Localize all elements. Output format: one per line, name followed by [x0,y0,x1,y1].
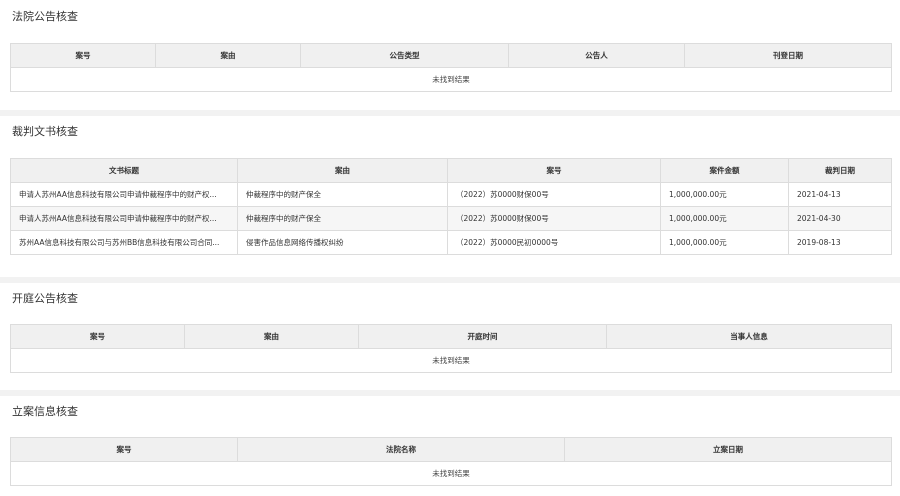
amount-cell: 1,000,000.00元 [660,230,789,255]
table-row[interactable]: 申请人苏州AA信息科技有限公司申请仲裁程序中的财产权... 仲裁程序中的财产保全… [10,206,892,231]
table-header-row: 案号 案由 公告类型 公告人 刊登日期 [10,43,892,68]
table-header-row: 案号 法院名称 立案日期 [10,437,892,462]
col-header: 案号 [10,437,238,462]
col-header: 裁判日期 [788,158,892,183]
empty-result-text: 未找到结果 [10,348,892,373]
filing-title: 立案信息核查 [12,405,78,418]
hearing-table: 案号 案由 开庭时间 当事人信息 未找到结果 [10,324,892,373]
judgment-title: 裁判文书核查 [12,125,78,138]
table-header-row: 案号 案由 开庭时间 当事人信息 [10,324,892,349]
table-row[interactable]: 申请人苏州AA信息科技有限公司申请仲裁程序中的财产权... 仲裁程序中的财产保全… [10,182,892,207]
col-header: 案件金额 [660,158,789,183]
col-header: 案由 [237,158,448,183]
court-notice-section: 法院公告核查 案号 案由 公告类型 公告人 刊登日期 未找到结果 [0,0,900,110]
filing-section: 立案信息核查 案号 法院名称 立案日期 未找到结果 [0,396,900,496]
col-header: 案由 [184,324,359,349]
cause-cell: 仲裁程序中的财产保全 [237,206,448,231]
judgment-section: 裁判文书核查 文书标题 案由 案号 案件金额 裁判日期 申请人苏州AA信息科技有… [0,116,900,277]
amount-cell: 1,000,000.00元 [660,206,789,231]
court-notice-table: 案号 案由 公告类型 公告人 刊登日期 未找到结果 [10,43,892,92]
date-cell: 2019-08-13 [788,230,892,255]
empty-row: 未找到结果 [10,461,892,486]
doc-title-cell[interactable]: 申请人苏州AA信息科技有限公司申请仲裁程序中的财产权... [10,182,238,207]
case-number-cell: （2022）苏0000民初0000号 [447,230,661,255]
col-header: 公告人 [508,43,685,68]
col-header: 案号 [447,158,661,183]
cause-cell: 侵害作品信息网络传播权纠纷 [237,230,448,255]
col-header: 当事人信息 [606,324,892,349]
col-header: 案由 [155,43,301,68]
doc-title-cell[interactable]: 苏州AA信息科技有限公司与苏州BB信息科技有限公司合同... [10,230,238,255]
case-number-cell: （2022）苏0000财保00号 [447,206,661,231]
filing-table: 案号 法院名称 立案日期 未找到结果 [10,437,892,486]
col-header: 刊登日期 [684,43,892,68]
col-header: 法院名称 [237,437,565,462]
case-number-cell: （2022）苏0000财保00号 [447,182,661,207]
table-row[interactable]: 苏州AA信息科技有限公司与苏州BB信息科技有限公司合同... 侵害作品信息网络传… [10,230,892,255]
table-header-row: 文书标题 案由 案号 案件金额 裁判日期 [10,158,892,183]
empty-row: 未找到结果 [10,67,892,92]
col-header: 立案日期 [564,437,892,462]
empty-row: 未找到结果 [10,348,892,373]
hearing-section: 开庭公告核查 案号 案由 开庭时间 当事人信息 未找到结果 [0,283,900,390]
empty-result-text: 未找到结果 [10,67,892,92]
date-cell: 2021-04-13 [788,182,892,207]
hearing-title: 开庭公告核查 [12,292,78,305]
col-header: 开庭时间 [358,324,607,349]
empty-result-text: 未找到结果 [10,461,892,486]
col-header: 案号 [10,324,185,349]
cause-cell: 仲裁程序中的财产保全 [237,182,448,207]
judgment-table: 文书标题 案由 案号 案件金额 裁判日期 申请人苏州AA信息科技有限公司申请仲裁… [10,158,892,255]
col-header: 文书标题 [10,158,238,183]
col-header: 案号 [10,43,156,68]
date-cell: 2021-04-30 [788,206,892,231]
court-notice-title: 法院公告核查 [12,10,78,23]
doc-title-cell[interactable]: 申请人苏州AA信息科技有限公司申请仲裁程序中的财产权... [10,206,238,231]
amount-cell: 1,000,000.00元 [660,182,789,207]
col-header: 公告类型 [300,43,509,68]
